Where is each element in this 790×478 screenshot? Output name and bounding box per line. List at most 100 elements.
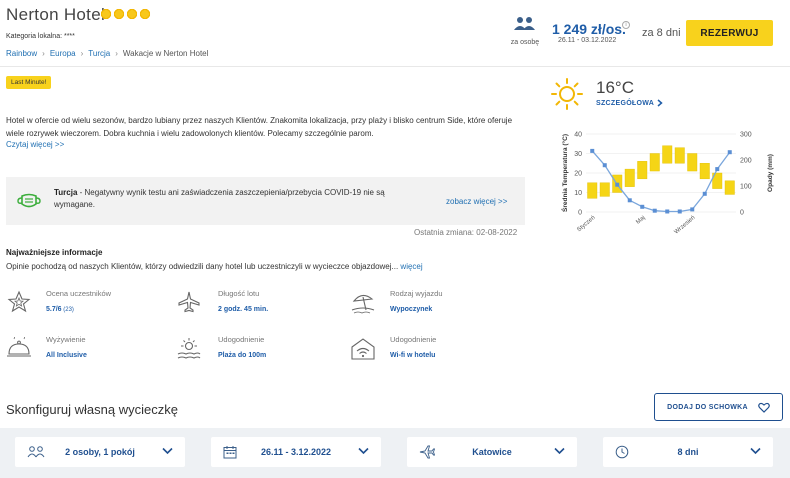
precipitation-point xyxy=(590,148,595,153)
feature-value-amenity-wifi: Wi-fi w hotelu xyxy=(390,352,436,359)
info-icon[interactable]: i xyxy=(622,21,630,29)
trip-duration: za 8 dni xyxy=(642,27,681,39)
hotel-description: Hotel w ofercie od wielu sezonów, bardzo… xyxy=(6,116,513,138)
weather-details-label: SZCZEGÓŁOWA xyxy=(596,99,655,107)
precipitation-point xyxy=(690,207,695,212)
breadcrumb-current: Wakacje w Nerton Hotel xyxy=(122,49,209,58)
breadcrumb: Rainbow › Europa › Turcja › Wakacje w Ne… xyxy=(6,49,208,58)
per-person-indicator: za osobę xyxy=(508,16,542,46)
precipitation-point xyxy=(665,209,670,214)
beach-sun-icon xyxy=(177,338,201,359)
dates-value: 26.11 - 3.12.2022 xyxy=(260,447,332,457)
precipitation-point xyxy=(640,204,645,209)
chevron-right-icon: › xyxy=(80,49,84,58)
precipitation-point xyxy=(602,163,607,168)
last-minute-badge: Last Minute! xyxy=(6,76,52,89)
x-tick-label: Maj xyxy=(635,215,646,226)
face-mask-icon xyxy=(17,193,41,208)
breadcrumb-turcja[interactable]: Turcja xyxy=(88,49,110,58)
key-info-text: Opinie pochodzą od naszych Klientów, któ… xyxy=(6,262,399,271)
chevron-down-icon xyxy=(162,447,173,455)
per-person-label: za osobę xyxy=(510,39,540,46)
precipitation-point xyxy=(715,167,720,172)
star-icon xyxy=(139,8,151,20)
chevron-right-icon: › xyxy=(115,49,118,58)
rating-value: 5.7/6 xyxy=(46,306,62,313)
hotel-name: Nerton Hotel xyxy=(6,5,106,24)
chevron-down-icon xyxy=(750,447,761,455)
key-info-more-link[interactable]: więcej xyxy=(398,262,422,271)
feature-value-trip-type: Wypoczynek xyxy=(390,306,433,313)
chevron-right-icon xyxy=(657,99,663,107)
breadcrumb-europa[interactable]: Europa xyxy=(50,49,76,58)
key-info-desc: Opinie pochodzą od naszych Klientów, któ… xyxy=(6,262,423,271)
temperature-bar xyxy=(637,161,648,180)
feature-label-trip-type: Rodzaj wyjazdu xyxy=(390,289,443,298)
departure-selector[interactable]: Katowice xyxy=(407,437,577,467)
persons-value: 2 osoby, 1 pokój xyxy=(65,447,135,457)
y-tick-label: 40 xyxy=(574,132,582,139)
star-icon xyxy=(113,8,125,20)
current-temperature: 16°C xyxy=(596,78,634,97)
precipitation-point xyxy=(677,209,682,214)
precipitation-point xyxy=(652,208,657,213)
people-icon xyxy=(514,17,535,30)
clipboard-label: DODAJ DO SCHOWKA xyxy=(667,403,748,411)
breadcrumb-rainbow[interactable]: Rainbow xyxy=(6,49,37,58)
price: 1 249 zł/os. xyxy=(552,21,626,37)
temperature-bar xyxy=(649,153,660,172)
y2-tick-label: 300 xyxy=(740,132,752,139)
temperature-bar xyxy=(687,153,698,172)
last-change: Ostatnia zmiana: 02-08-2022 xyxy=(414,228,518,237)
key-info-title: Najważniejsze informacje xyxy=(6,248,103,257)
covid-text: Turcja - Negatywny wynik testu ani zaświ… xyxy=(54,187,424,211)
y-tick-label: 20 xyxy=(574,171,582,178)
food-cloche-icon xyxy=(7,337,31,357)
local-category: Kategoria lokalna: **** xyxy=(6,33,75,40)
feature-label-flight: Długość lotu xyxy=(218,289,260,298)
star-icon xyxy=(126,8,138,20)
precipitation-point xyxy=(727,150,732,155)
y2-tick-label: 200 xyxy=(740,158,752,165)
precipitation-point xyxy=(627,198,632,203)
airplane-icon xyxy=(178,291,200,313)
feature-label-board: Wyżywienie xyxy=(46,335,86,344)
chevron-right-icon: › xyxy=(42,49,45,58)
header-divider xyxy=(0,66,790,67)
temperature-bar xyxy=(724,180,735,195)
covid-more-link[interactable]: zobacz więcej >> xyxy=(446,197,507,206)
rating-star-icon xyxy=(7,290,31,313)
rating-count: (23) xyxy=(61,307,74,313)
persons-selector[interactable]: 2 osoby, 1 pokój xyxy=(15,437,185,467)
y2-tick-label: 100 xyxy=(740,184,752,191)
trip-dates: 26.11 - 03.12.2022 xyxy=(558,37,617,44)
duration-selector[interactable]: 8 dni xyxy=(603,437,773,467)
reserve-button[interactable]: REZERWUJ xyxy=(686,20,773,46)
y-tick-label: 10 xyxy=(574,190,582,197)
temperature-bar xyxy=(674,147,685,164)
wifi-house-icon xyxy=(351,338,375,360)
climate-chart: 0 10 20 30 40 0 100 200 300 Średnia Temperatura (… xyxy=(560,132,774,236)
precipitation-point xyxy=(702,191,707,196)
y2-tick-label: 0 xyxy=(740,210,744,217)
hotel-stars xyxy=(100,8,151,20)
read-more-link[interactable]: Czytaj więcej >> xyxy=(6,140,64,149)
weather-details-link[interactable]: SZCZEGÓŁOWA xyxy=(596,99,663,107)
temperature-bar xyxy=(587,182,598,199)
y-tick-label: 30 xyxy=(574,151,582,158)
star-icon xyxy=(100,8,112,20)
chevron-down-icon xyxy=(554,447,565,455)
feature-label-amenity-beach: Udogodnienie xyxy=(218,335,265,344)
feature-value-amenity-beach: Plaża do 100m xyxy=(218,352,267,359)
add-to-clipboard-button[interactable]: DODAJ DO SCHOWKA xyxy=(654,393,783,421)
feature-label-rating: Ocena uczestników xyxy=(46,289,112,298)
feature-label-amenity-wifi: Udogodnienie xyxy=(390,335,437,344)
temperature-bar xyxy=(699,163,710,180)
feature-value-rating: 5.7/6 (23) xyxy=(46,306,74,313)
configure-title: Skonfiguruj własną wycieczkę xyxy=(6,402,178,417)
dates-selector[interactable]: 26.11 - 3.12.2022 xyxy=(211,437,381,467)
departure-value: Katowice xyxy=(472,447,512,457)
y2-axis-label: Opady (mm) xyxy=(767,154,774,192)
feature-value-board: All Inclusive xyxy=(46,352,87,359)
chevron-down-icon xyxy=(358,447,369,455)
